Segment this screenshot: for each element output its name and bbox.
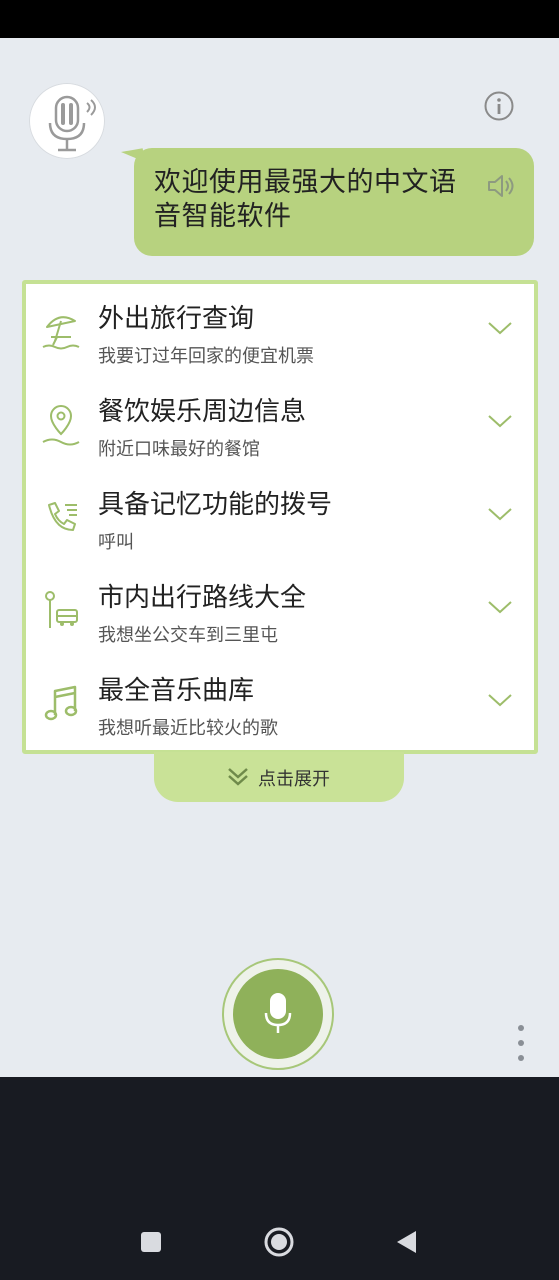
status-bar (0, 0, 559, 38)
microphone-mascot-icon (48, 95, 96, 152)
home-circle-icon (264, 1227, 294, 1257)
feature-title: 餐饮娱乐周边信息 (98, 397, 307, 427)
expand-label: 点击展开 (258, 769, 330, 790)
chevron-down-icon (488, 322, 512, 335)
feature-title: 市内出行路线大全 (98, 583, 307, 613)
info-button[interactable] (483, 90, 515, 122)
bus-stop-icon (45, 591, 78, 628)
feature-title: 最全音乐曲库 (98, 676, 255, 706)
speaker-button[interactable] (484, 170, 516, 202)
location-pin-icon (42, 404, 80, 446)
more-options-button[interactable] (515, 1023, 527, 1063)
phone-call-icon (48, 502, 77, 531)
chevron-down-icon (488, 694, 512, 707)
feature-subtitle: 附近口味最好的餐馆 (98, 439, 260, 460)
feature-item-dialer[interactable]: 具备记忆功能的拨号 呼叫 (26, 470, 534, 564)
feature-title: 具备记忆功能的拨号 (98, 490, 333, 520)
double-chevron-down-icon (228, 768, 248, 786)
feature-subtitle: 呼叫 (98, 532, 134, 553)
chevron-down-icon (488, 601, 512, 614)
nav-home-button[interactable] (264, 1227, 294, 1257)
feature-item-dining[interactable]: 餐饮娱乐周边信息 附近口味最好的餐馆 (26, 377, 534, 471)
feature-subtitle: 我想听最近比较火的歌 (98, 718, 278, 739)
microphone-icon (264, 993, 292, 1033)
feature-list: 外出旅行查询 我要订过年回家的便宜机票 餐饮娱乐周边信息 附近口味最好的餐馆 具… (22, 280, 538, 754)
info-icon (484, 91, 514, 121)
feature-item-music[interactable]: 最全音乐曲库 我想听最近比较火的歌 (26, 656, 534, 749)
speaker-icon (488, 175, 514, 197)
beach-umbrella-icon (42, 316, 80, 350)
back-triangle-icon (397, 1231, 416, 1253)
welcome-bubble: 欢迎使用最强大的中文语音智能软件 (134, 148, 534, 256)
feature-item-travel[interactable]: 外出旅行查询 我要订过年回家的便宜机票 (26, 284, 534, 378)
nav-back-button[interactable] (392, 1227, 422, 1257)
chevron-down-icon (488, 415, 512, 428)
feature-subtitle: 我想坐公交车到三里屯 (98, 625, 278, 646)
more-vertical-icon (518, 1025, 524, 1061)
voice-input-button[interactable] (233, 969, 323, 1059)
feature-subtitle: 我要订过年回家的便宜机票 (98, 346, 314, 367)
voice-input-ring (222, 958, 334, 1070)
assistant-avatar (29, 83, 105, 159)
feature-item-route[interactable]: 市内出行路线大全 我想坐公交车到三里屯 (26, 563, 534, 657)
welcome-text: 欢迎使用最强大的中文语音智能软件 (154, 167, 457, 232)
nav-recents-button[interactable] (136, 1227, 166, 1257)
app-screen: 欢迎使用最强大的中文语音智能软件 外出旅行查询 我要订过年回家的便宜机票 餐饮娱… (0, 38, 559, 1077)
expand-button[interactable]: 点击展开 (154, 752, 404, 802)
feature-title: 外出旅行查询 (98, 304, 255, 334)
chevron-down-icon (488, 508, 512, 521)
music-note-icon (44, 685, 78, 721)
system-navigation-bar (0, 1077, 559, 1280)
square-icon (141, 1232, 161, 1252)
